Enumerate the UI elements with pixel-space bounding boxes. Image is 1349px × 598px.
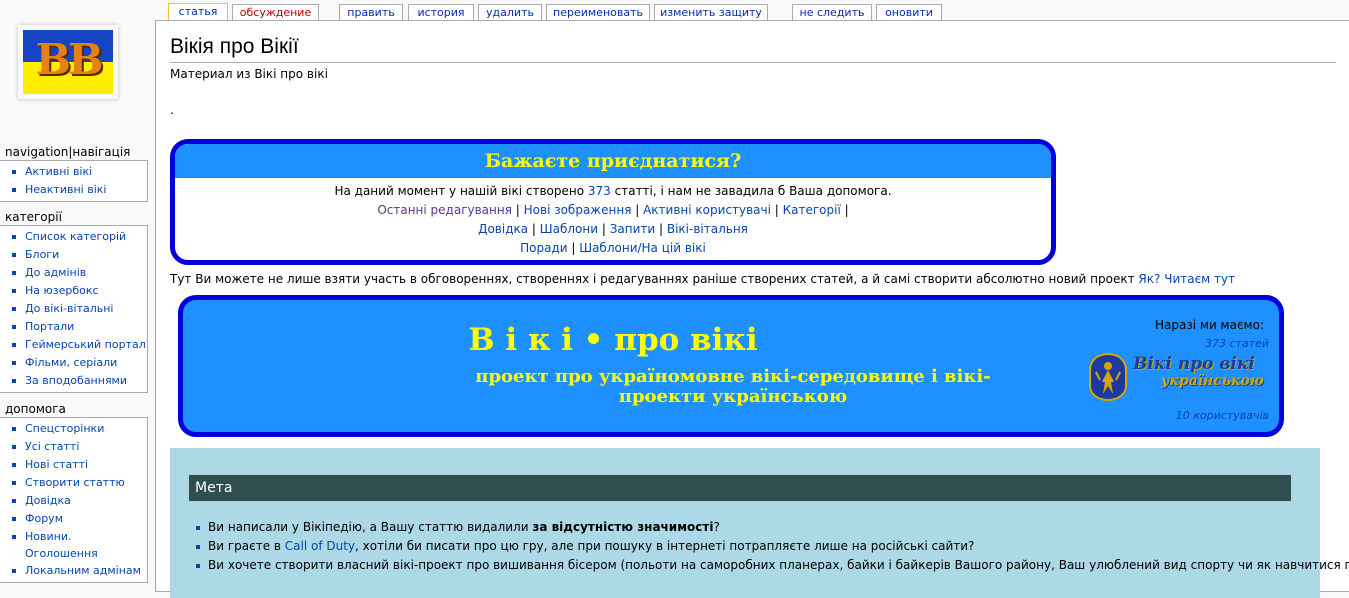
tab-unwatch[interactable]: не следить [792,4,872,20]
banner-article-count[interactable]: 373 статей [1205,337,1269,350]
coat-of-arms-icon [1089,352,1127,402]
portlet-navigation: navigation|навігація Активні вікі Неакти… [0,145,148,202]
sidebar-item-all-articles[interactable]: Усі статті [12,438,147,456]
site-subtitle: Материал из Вікі про вікі [170,67,328,81]
join-article-count-link[interactable]: 373 [588,184,611,198]
sidebar-item-category-list[interactable]: Список категорій [12,228,147,246]
list-item: Ви написали у Вікіпедію, а Вашу статтю в… [190,518,1349,537]
sidebar-item-inactive-wikis[interactable]: Неактивні вікі [12,181,147,199]
join-links-row-1: Останні редагування | Нові зображення | … [377,203,849,217]
meta-item-text: Ви граєте в [208,539,285,553]
list-item: Ви граєте в Call of Duty, хотіли би писа… [190,537,1349,556]
sidebar-item-news[interactable]: Новини. Оголошення [12,528,147,562]
banner-subtitle: проект про україномовне вікі-середовище … [475,366,991,407]
portlet-help-body: Спецсторінки Усі статті Нові статті Ство… [0,417,148,583]
intro-paragraph: Тут Ви можете не лише взяти участь в обг… [170,272,1235,286]
sidebar-item-to-lounge[interactable]: До вікі-вітальні [12,300,147,318]
sidebar-item-preferences[interactable]: За вподобаннями [12,372,147,390]
link-requests[interactable]: Запити [610,222,655,236]
link-templates[interactable]: Шаблони [540,222,598,236]
sidebar-item-new-articles[interactable]: Нові статті [12,456,147,474]
portlet-navigation-body: Активні вікі Неактивні вікі [0,160,148,202]
link-new-images[interactable]: Нові зображення [524,203,632,217]
join-text-after: статті, і нам не завадила б Ваша допомог… [610,184,892,198]
join-links-row-2: Довідка | Шаблони | Запити | Вікі-віталь… [478,222,748,236]
tab-delete[interactable]: удалить [478,4,542,20]
banner-logo-line2: українською [1161,373,1264,389]
banner-title: В і к і • про вікі [468,322,758,358]
link-tips[interactable]: Поради [520,241,567,255]
link-local-templates[interactable]: Шаблони/На цій вікі [579,241,706,255]
logo-text: BB [35,35,104,84]
meta-item-text-end: ? [713,520,720,534]
portlet-categories: категорії Список категорій Блоги До адмі… [0,210,148,393]
join-stats-line: На даний момент у нашій вікі створено 37… [175,182,1051,201]
sidebar-item-special-pages[interactable]: Спецсторінки [12,420,147,438]
join-box: Бажаєте приєднатися? На даний момент у н… [170,139,1056,265]
banner-user-count[interactable]: 10 користувачів [1176,409,1269,422]
sidebar-item-active-wikis[interactable]: Активні вікі [12,163,147,181]
tab-article[interactable]: статья [168,3,228,21]
portlet-categories-body: Список категорій Блоги До адмінів На юзе… [0,225,148,393]
sidebar-item-to-admins[interactable]: До адмінів [12,264,147,282]
join-text-before: На даний момент у нашій вікі створено [334,184,588,198]
tab-history[interactable]: история [408,4,474,20]
meta-section: Мета Ви написали у Вікіпедію, а Вашу ста… [170,448,1349,598]
link-call-of-duty[interactable]: Call of Duty [285,539,355,553]
site-logo[interactable]: BB [18,25,118,99]
link-lounge[interactable]: Вікі-вітальня [667,222,748,236]
tab-discussion[interactable]: обсуждение [232,4,319,20]
join-heading: Бажаєте приєднатися? [175,144,1051,178]
sidebar-item-help[interactable]: Довідка [12,492,147,510]
link-notability[interactable]: за відсутністю значимості [532,520,713,534]
link-read-here[interactable]: Читаєм тут [1164,272,1235,286]
portlet-help: допомога Спецсторінки Усі статті Нові ст… [0,402,148,583]
meta-item-text-end: , хотіли би писати про цю гру, але при п… [355,539,975,553]
tab-purge[interactable]: оновити [876,4,942,20]
sidebar-item-local-admins[interactable]: Локальним адмінам [12,562,147,580]
sidebar-item-userbox[interactable]: На юзербокс [12,282,147,300]
banner-logo-line1: Вікі про вікі [1133,354,1255,374]
content-area: Вікія про Вікії Материал из Вікі про вік… [155,20,1349,598]
link-how[interactable]: Як? [1138,272,1160,286]
tab-edit[interactable]: править [339,4,403,20]
portlet-navigation-title: navigation|навігація [5,145,131,159]
banner-have-label: Наразі ми маємо: [1155,318,1264,332]
meta-heading: Мета [189,475,1291,501]
list-item: Ви хочете створити власний вікі-проект п… [190,556,1349,575]
join-links-row-3: Поради | Шаблони/На цій вікі [520,241,706,255]
page-title: Вікія про Вікії [170,35,299,58]
stray-dot: . [170,103,174,117]
intro-text: Тут Ви можете не лише взяти участь в обг… [170,272,1139,286]
tab-rename[interactable]: переименовать [546,4,650,20]
sidebar-item-gamer-portal[interactable]: Геймерський портал [12,336,147,354]
meta-item-text: Ви написали у Вікіпедію, а Вашу статтю в… [208,520,533,534]
sidebar-item-films[interactable]: Фільми, серіали [12,354,147,372]
title-divider [170,62,1336,63]
link-active-users[interactable]: Активні користувачі [643,203,771,217]
meta-item-text: Ви хочете створити власний вікі-проект п… [208,558,1349,572]
wiki-banner: В і к і • про вікі проект про україномов… [178,295,1284,437]
sidebar-item-create-article[interactable]: Створити статтю [12,474,147,492]
sidebar-item-portals[interactable]: Портали [12,318,147,336]
link-categories[interactable]: Категорії [783,203,841,217]
link-recent-changes[interactable]: Останні редагування [377,203,512,217]
sidebar-item-blogs[interactable]: Блоги [12,246,147,264]
sidebar-item-forum[interactable]: Форум [12,510,147,528]
meta-list: Ви написали у Вікіпедію, а Вашу статтю в… [190,518,1349,575]
portlet-categories-title: категорії [5,210,62,224]
tab-protect[interactable]: изменить защиту [654,4,768,20]
portlet-help-title: допомога [5,402,66,416]
link-help[interactable]: Довідка [478,222,528,236]
